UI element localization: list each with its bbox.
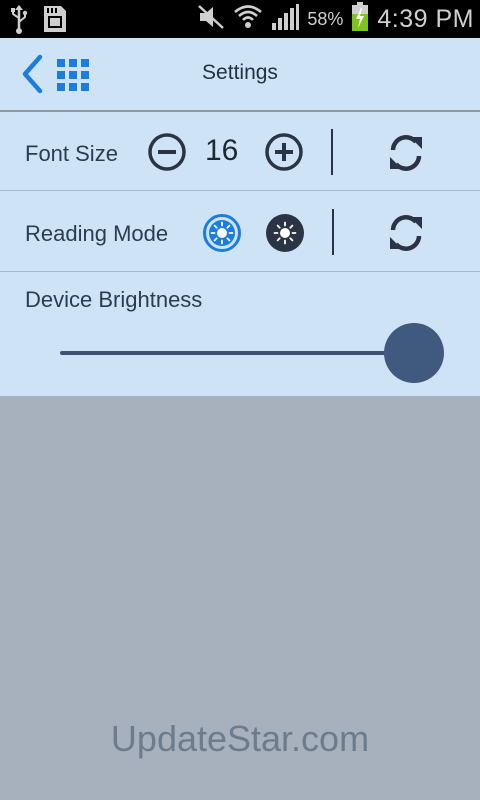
settings-panel: Font Size 16 Reading Mode Device Brightn… [0, 112, 480, 396]
day-mode-icon [202, 214, 242, 257]
mute-icon [197, 4, 225, 35]
watermark: UpdateStar.com [110, 718, 370, 759]
font-size-reset-button[interactable] [385, 132, 427, 179]
battery-percent: 58% [307, 8, 344, 29]
plus-circle-icon [264, 133, 304, 176]
divider [332, 209, 334, 255]
sd-card-icon [42, 4, 68, 39]
divider [331, 129, 333, 175]
font-size-increase-button[interactable] [264, 132, 304, 177]
status-time: 4:39 PM [377, 4, 474, 33]
app-header: Settings [0, 38, 480, 112]
signal-icon [271, 3, 300, 36]
usb-icon [8, 4, 30, 39]
brightness-slider-thumb[interactable] [384, 323, 444, 383]
refresh-icon [385, 215, 427, 258]
font-size-value: 16 [205, 134, 239, 167]
battery-charging-icon [351, 1, 369, 37]
reading-mode-label: Reading Mode [25, 221, 169, 246]
brightness-slider-track[interactable] [60, 351, 414, 355]
font-size-label: Font Size [25, 141, 118, 166]
status-bar: 58% 4:39 PM [0, 0, 480, 38]
minus-circle-icon [147, 133, 187, 176]
night-mode-icon [265, 214, 305, 257]
font-size-decrease-button[interactable] [147, 132, 187, 177]
refresh-icon [385, 135, 427, 178]
wifi-icon [233, 4, 263, 35]
day-mode-button[interactable] [202, 213, 242, 258]
device-brightness-label: Device Brightness [25, 287, 203, 312]
night-mode-button[interactable] [265, 213, 305, 258]
page-title: Settings [202, 61, 278, 84]
reading-mode-reset-button[interactable] [385, 212, 427, 259]
